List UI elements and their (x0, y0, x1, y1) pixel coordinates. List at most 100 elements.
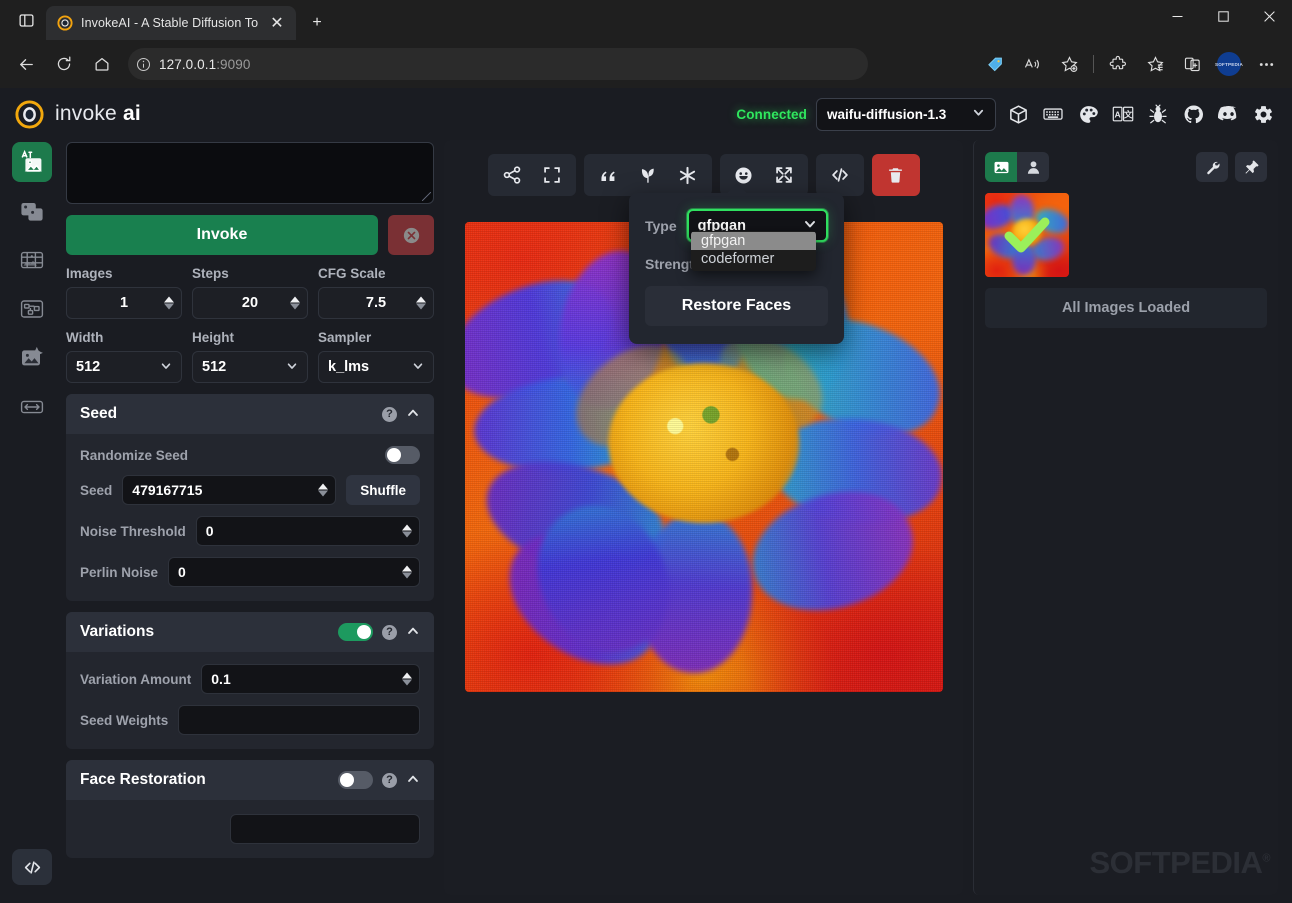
discord-icon[interactable] (1215, 101, 1241, 127)
read-aloud-icon[interactable] (1014, 46, 1050, 82)
console-toggle-button[interactable] (12, 849, 52, 885)
stepper-icon[interactable] (402, 524, 412, 538)
seed-weights-input[interactable] (178, 705, 420, 735)
back-button[interactable] (8, 46, 44, 82)
settings-more-icon[interactable] (1248, 46, 1284, 82)
face-restoration-enable-toggle[interactable] (338, 771, 373, 789)
report-bug-icon[interactable] (1145, 101, 1171, 127)
randomize-seed-toggle[interactable] (385, 446, 420, 464)
model-manager-icon[interactable] (1005, 101, 1031, 127)
gallery-thumbnail-selected[interactable] (985, 193, 1069, 277)
face-restoration-type-dropdown[interactable]: gfpgan codeformer (691, 231, 816, 271)
tab-actions-button[interactable] (6, 0, 46, 40)
sidebar-item-training[interactable] (12, 387, 52, 427)
address-bar[interactable]: 127.0.0.1:9090 (128, 48, 868, 80)
prompt-input[interactable] (66, 142, 434, 204)
width-select[interactable]: 512 (66, 351, 182, 383)
app-title: invoke ai (55, 102, 141, 125)
stepper-icon[interactable] (402, 672, 412, 686)
stepper-icon[interactable] (402, 565, 412, 579)
settings-gear-icon[interactable] (1250, 101, 1276, 127)
use-all-parameters-icon[interactable] (668, 155, 708, 195)
chevron-up-icon[interactable] (406, 624, 420, 641)
uploads-tab[interactable] (1017, 152, 1049, 182)
perlin-noise-input[interactable]: 0 (168, 557, 420, 587)
fullscreen-icon[interactable] (532, 155, 572, 195)
face-restoration-input[interactable] (230, 814, 420, 844)
variations-panel: Variations ? Variation Amount 0.1 Seed W… (66, 612, 434, 749)
field-images: Images 1 (66, 266, 182, 319)
reload-button[interactable] (46, 46, 82, 82)
new-tab-button[interactable]: + (302, 8, 332, 38)
collections-icon[interactable] (1137, 46, 1173, 82)
theme-palette-icon[interactable] (1075, 101, 1101, 127)
variation-amount-input[interactable]: 0.1 (201, 664, 420, 694)
help-icon[interactable]: ? (382, 406, 397, 422)
perlin-noise-label: Perlin Noise (80, 564, 159, 580)
dropdown-option-codeformer[interactable]: codeformer (691, 250, 816, 268)
variations-enable-toggle[interactable] (338, 623, 373, 641)
add-favorite-icon[interactable] (1051, 46, 1087, 82)
variation-amount-label: Variation Amount (80, 671, 192, 687)
help-icon[interactable]: ? (382, 772, 397, 788)
gallery-settings-button[interactable] (1196, 152, 1228, 182)
window-controls (1154, 0, 1292, 40)
delete-trash-icon[interactable] (876, 155, 916, 195)
sampler-select[interactable]: k_lms (318, 351, 434, 383)
stepper-icon[interactable] (416, 296, 426, 310)
stepper-icon[interactable] (290, 296, 300, 310)
restore-faces-button[interactable]: Restore Faces (645, 286, 828, 326)
images-input[interactable]: 1 (66, 287, 182, 319)
chevron-up-icon[interactable] (406, 772, 420, 789)
profile-avatar[interactable]: SOFTPEDIA (1211, 46, 1247, 82)
sidebar-item-nodes[interactable] (12, 289, 52, 329)
info-icon[interactable] (136, 57, 151, 72)
use-seed-icon[interactable] (628, 155, 668, 195)
generations-tab[interactable] (985, 152, 1017, 182)
sidebar-item-text-to-image[interactable] (12, 142, 52, 182)
help-icon[interactable]: ? (382, 624, 397, 640)
metadata-code-icon[interactable] (820, 155, 860, 195)
extensions-icon[interactable] (1100, 46, 1136, 82)
noise-threshold-input[interactable]: 0 (195, 516, 420, 546)
browser-window: InvokeAI - A Stable Diffusion Too ✕ + 12… (0, 0, 1292, 903)
home-button[interactable] (84, 46, 120, 82)
close-window-button[interactable] (1246, 0, 1292, 32)
tab-title: InvokeAI - A Stable Diffusion Too (81, 16, 258, 30)
keyboard-shortcuts-icon[interactable] (1040, 101, 1066, 127)
perlin-noise-value: 0 (178, 564, 186, 580)
sidebar-item-post-processing[interactable] (12, 338, 52, 378)
face-restoration-panel-header[interactable]: Face Restoration ? (66, 760, 434, 800)
model-select[interactable]: waifu-diffusion-1.3 (816, 97, 996, 131)
cancel-button[interactable] (388, 215, 434, 255)
sidebar-item-image-to-image[interactable] (12, 191, 52, 231)
chevron-up-icon[interactable] (406, 406, 420, 423)
steps-input[interactable]: 20 (192, 287, 308, 319)
field-cfg-scale: CFG Scale 7.5 (318, 266, 434, 319)
stepper-icon[interactable] (318, 483, 329, 497)
seed-input[interactable]: 479167715 (122, 475, 337, 505)
maximize-button[interactable] (1200, 0, 1246, 32)
use-prompt-icon[interactable] (588, 155, 628, 195)
variations-panel-header[interactable]: Variations ? (66, 612, 434, 652)
close-tab-icon[interactable]: ✕ (266, 12, 288, 34)
cfg-scale-input[interactable]: 7.5 (318, 287, 434, 319)
chevron-down-icon (160, 360, 172, 375)
toolbar-group-metadata (815, 154, 864, 196)
stepper-icon[interactable] (164, 296, 174, 310)
seed-panel-header[interactable]: Seed ? (66, 394, 434, 434)
share-icon[interactable] (492, 155, 532, 195)
pin-gallery-button[interactable] (1235, 152, 1267, 182)
invoke-button[interactable]: Invoke (66, 215, 378, 255)
language-icon[interactable]: A 文 (1110, 101, 1136, 127)
height-select[interactable]: 512 (192, 351, 308, 383)
sidebar-item-unified-canvas[interactable] (12, 240, 52, 280)
shuffle-seed-button[interactable]: Shuffle (346, 475, 420, 505)
price-tag-icon[interactable] (977, 46, 1013, 82)
browser-tab[interactable]: InvokeAI - A Stable Diffusion Too ✕ (46, 6, 296, 40)
minimize-button[interactable] (1154, 0, 1200, 32)
github-icon[interactable] (1180, 101, 1206, 127)
dropdown-option-gfpgan[interactable]: gfpgan (691, 232, 816, 250)
upscale-icon[interactable] (764, 155, 804, 195)
split-screen-icon[interactable] (1174, 46, 1210, 82)
